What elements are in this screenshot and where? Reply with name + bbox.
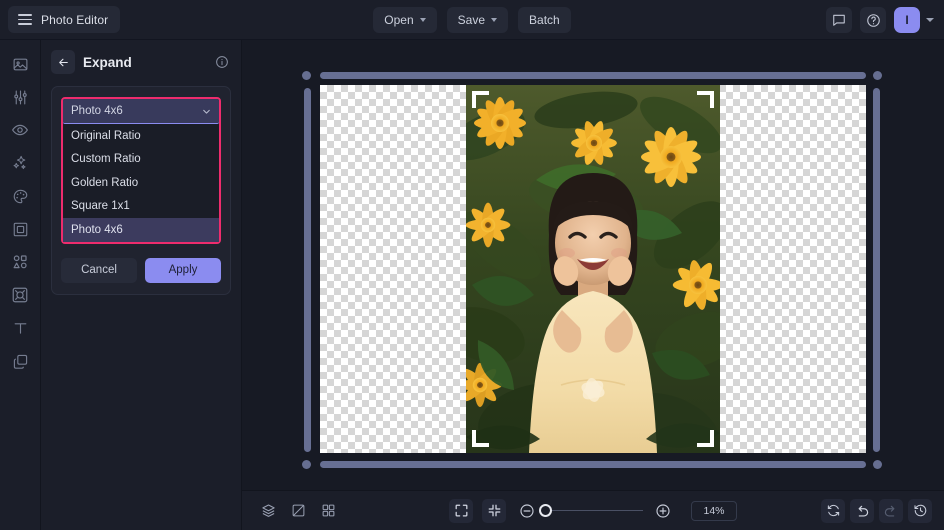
batch-button[interactable]: Batch: [518, 7, 571, 33]
chevron-down-icon: [420, 18, 426, 22]
panel-title: Expand: [83, 55, 207, 70]
chevron-down-icon: [201, 106, 212, 117]
compare-icon[interactable]: [286, 499, 310, 523]
open-button-label: Open: [384, 13, 413, 27]
fit-screen-icon[interactable]: [449, 499, 473, 523]
crop-marker-top-left[interactable]: [472, 91, 489, 108]
help-icon[interactable]: [860, 7, 886, 33]
expand-handle-bottom-left[interactable]: [302, 460, 311, 469]
sidebar-item-retouch[interactable]: [6, 118, 34, 142]
ratio-select[interactable]: Photo 4x6: [63, 99, 219, 124]
sidebar-item-layers[interactable]: [6, 349, 34, 373]
crop-marker-bottom-right[interactable]: [697, 430, 714, 447]
sidebar-item-color[interactable]: [6, 184, 34, 208]
ratio-select-value: Photo 4x6: [71, 105, 123, 117]
zoom-in-icon[interactable]: [651, 499, 675, 523]
zoom-out-icon[interactable]: [515, 499, 539, 523]
chevron-down-icon[interactable]: [926, 18, 934, 22]
crop-marker-bottom-left[interactable]: [472, 430, 489, 447]
comment-icon[interactable]: [826, 7, 852, 33]
ratio-option-golden-ratio[interactable]: Golden Ratio: [63, 171, 219, 195]
top-toolbar: Photo Editor Open Save Batch: [0, 0, 944, 40]
avatar[interactable]: I: [894, 7, 920, 33]
tool-rail: [0, 40, 41, 530]
expand-handle-top-left[interactable]: [302, 71, 311, 80]
app-title: Photo Editor: [41, 13, 108, 27]
app-menu-button[interactable]: Photo Editor: [8, 6, 120, 33]
zoom-slider[interactable]: [547, 510, 643, 512]
sidebar-item-adjust[interactable]: [6, 85, 34, 109]
source-photo[interactable]: [466, 85, 720, 453]
back-button[interactable]: [51, 50, 75, 74]
batch-button-label: Batch: [529, 13, 560, 27]
cancel-button[interactable]: Cancel: [61, 258, 137, 283]
photo-artwork: [466, 85, 720, 453]
ratio-select-highlight: Photo 4x6 Original Ratio Custom Ratio Go…: [61, 97, 221, 244]
open-button[interactable]: Open: [373, 7, 436, 33]
zoom-slider-group: 14%: [515, 499, 737, 523]
topbar-center: Open Save Batch: [0, 7, 944, 33]
sidebar-item-text[interactable]: [6, 316, 34, 340]
ratio-option-custom-ratio[interactable]: Custom Ratio: [63, 148, 219, 172]
redo-icon[interactable]: [879, 499, 903, 523]
reset-icon[interactable]: [821, 499, 845, 523]
expand-panel: Expand Photo 4x6: [41, 40, 242, 530]
app-root: Photo Editor Open Save Batch: [0, 0, 944, 530]
chevron-down-icon: [491, 18, 497, 22]
grid-icon[interactable]: [316, 499, 340, 523]
ratio-option-photo-4x6[interactable]: Photo 4x6: [63, 218, 219, 242]
avatar-initial: I: [905, 13, 908, 27]
ratio-options-list: Original Ratio Custom Ratio Golden Ratio…: [63, 124, 219, 242]
expand-bounding-box[interactable]: [306, 74, 878, 466]
crop-marker-top-right[interactable]: [697, 91, 714, 108]
ratio-option-original-ratio[interactable]: Original Ratio: [63, 124, 219, 148]
arrow-left-icon: [57, 56, 70, 69]
sidebar-item-image[interactable]: [6, 52, 34, 76]
expand-handle-bottom[interactable]: [320, 461, 866, 468]
sidebar-item-ai-effects[interactable]: [6, 151, 34, 175]
bottom-toolbar: 14%: [242, 490, 944, 530]
apply-button[interactable]: Apply: [145, 258, 221, 283]
sidebar-item-expand[interactable]: [6, 283, 34, 307]
expand-handle-bottom-right[interactable]: [873, 460, 882, 469]
sidebar-item-shapes[interactable]: [6, 250, 34, 274]
canvas-stage[interactable]: [242, 40, 944, 490]
history-icon[interactable]: [908, 499, 932, 523]
info-icon[interactable]: [215, 55, 229, 69]
layers-icon[interactable]: [256, 499, 280, 523]
save-button-label: Save: [458, 13, 485, 27]
panel-actions: Cancel Apply: [61, 258, 221, 283]
save-button[interactable]: Save: [447, 7, 508, 33]
topbar-left: Photo Editor: [0, 6, 120, 33]
topbar-right: I: [826, 0, 934, 40]
panel-header: Expand: [41, 40, 241, 84]
actual-size-icon[interactable]: [482, 499, 506, 523]
zoom-slider-handle[interactable]: [539, 504, 552, 517]
hamburger-icon[interactable]: [18, 14, 32, 25]
expand-handle-top[interactable]: [320, 72, 866, 79]
sidebar-item-frame[interactable]: [6, 217, 34, 241]
undo-icon[interactable]: [850, 499, 874, 523]
expand-handle-left[interactable]: [304, 88, 311, 452]
bottombar-left: [242, 499, 340, 523]
expand-handle-right[interactable]: [873, 88, 880, 452]
bottombar-right: [821, 499, 932, 523]
expand-options-card: Photo 4x6 Original Ratio Custom Ratio Go…: [51, 86, 231, 295]
zoom-level-input[interactable]: 14%: [691, 501, 737, 521]
ratio-option-square-1x1[interactable]: Square 1x1: [63, 195, 219, 219]
expand-handle-top-right[interactable]: [873, 71, 882, 80]
